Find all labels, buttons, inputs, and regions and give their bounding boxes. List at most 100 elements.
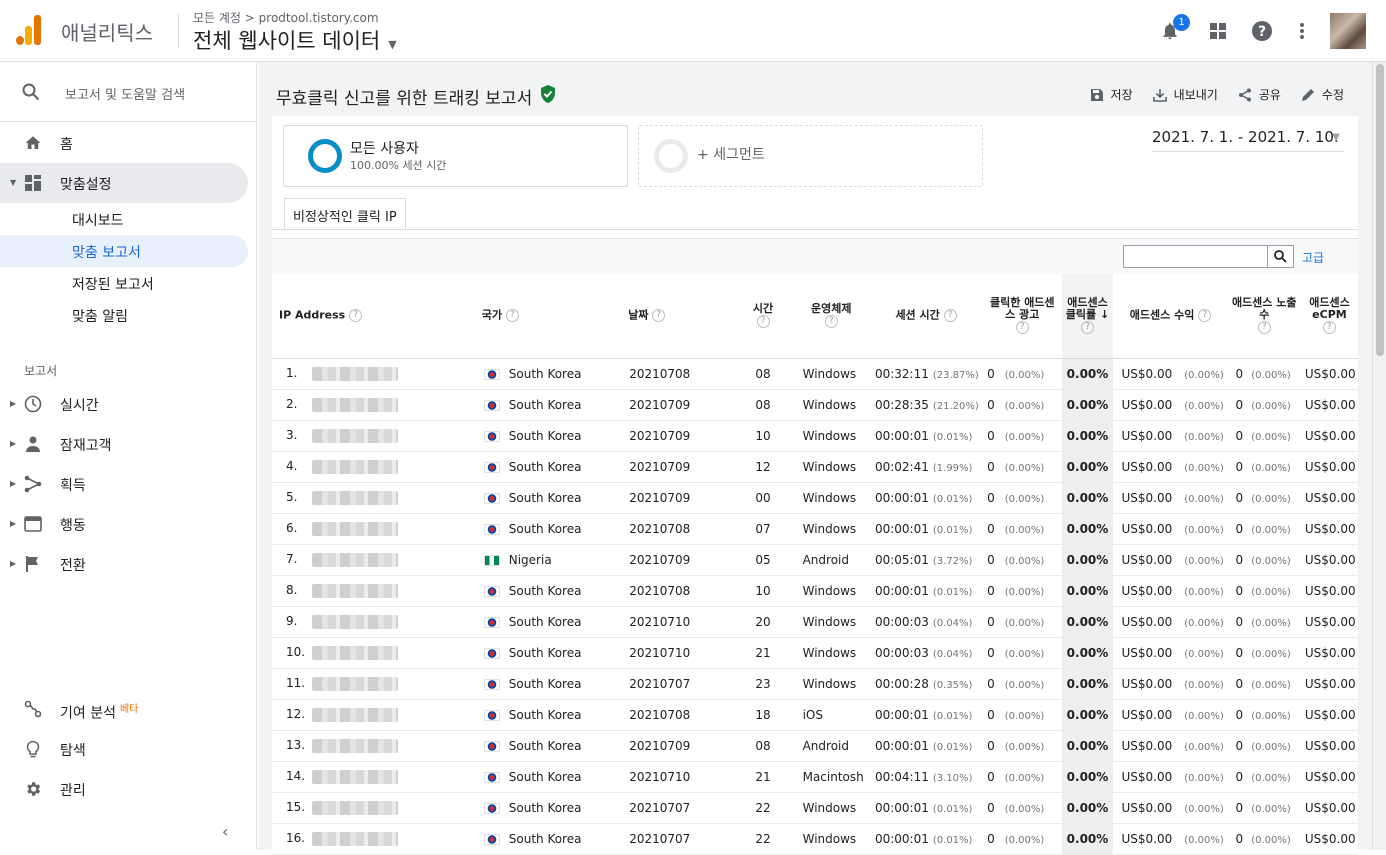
cell-country[interactable]: South Korea [475, 823, 611, 855]
table-row[interactable]: 8. South Korea 20210708 10 Windows 00:00:01 (0… [272, 575, 1358, 607]
col-os[interactable]: 운영체제? [793, 274, 869, 359]
help-icon[interactable]: ? [1198, 309, 1212, 323]
help-icon[interactable]: ? [1015, 321, 1029, 335]
export-button[interactable]: 내보내기 [1152, 86, 1218, 103]
segment-all-users[interactable]: 모든 사용자 100.00% 세션 시간 [283, 125, 628, 187]
help-icon[interactable]: ? [1322, 321, 1336, 335]
table-row[interactable]: 1. South Korea 20210708 08 Windows 00:32:11 (2… [272, 358, 1358, 390]
sidebar-item-attribution[interactable]: 기여 분석 베타 [0, 689, 248, 729]
cell-ip[interactable]: 8. [272, 575, 476, 607]
cell-country[interactable]: Nigeria [475, 544, 611, 576]
table-row[interactable]: 11. South Korea 20210707 23 Windows 00:00:28(… [272, 668, 1358, 700]
table-search-input[interactable] [1123, 245, 1268, 268]
apps-grid-icon[interactable] [1206, 19, 1230, 43]
cell-ip[interactable]: 2. [272, 389, 476, 421]
cell-country[interactable]: South Korea [475, 730, 611, 762]
cell-ip[interactable]: 6. [272, 513, 476, 545]
cell-ip[interactable]: 13. [272, 730, 476, 762]
cell-country[interactable]: South Korea [475, 792, 611, 824]
table-row[interactable]: 13. South Korea 20210709 08 Android 00:00:01(… [272, 730, 1358, 762]
cell-ip[interactable]: 12. [272, 699, 476, 731]
cell-ip[interactable]: 5. [272, 482, 476, 514]
save-button[interactable]: 저장 [1090, 86, 1133, 103]
cell-country[interactable]: South Korea [475, 699, 611, 731]
cell-ip[interactable]: 9. [272, 606, 476, 638]
table-row[interactable]: 6. South Korea 20210708 07 Windows 00:00:01 (0… [272, 513, 1358, 545]
add-segment-button[interactable]: + 세그먼트 [638, 125, 983, 187]
help-icon[interactable]: ? [943, 309, 957, 323]
table-row[interactable]: 2. South Korea 20210709 08 Windows 00:28:35 (2… [272, 389, 1358, 421]
table-row[interactable]: 16. South Korea 20210707 22 Windows 00:00:01(… [272, 823, 1358, 855]
help-icon[interactable]: ? [1080, 321, 1094, 335]
scrollbar-thumb[interactable] [1376, 64, 1384, 356]
cell-country[interactable]: South Korea [475, 513, 611, 545]
col-session-time[interactable]: 세션 시간 ? [868, 274, 984, 359]
cell-ip[interactable]: 14. [272, 761, 476, 793]
tab-unusual-click-ip[interactable]: 비정상적인 클릭 IP [284, 198, 406, 229]
table-row[interactable]: 12. South Korea 20210708 18 iOS 00:00:01 (0.01… [272, 699, 1358, 731]
help-icon[interactable]: ? [756, 315, 770, 329]
col-adsense-impressions[interactable]: 애드센스 노출수? [1227, 274, 1301, 359]
sidebar-sub-custom-reports[interactable]: 맞춤 보고서 [0, 235, 248, 267]
col-adsense-revenue[interactable]: 애드센스 수익 ? [1113, 274, 1228, 359]
help-icon[interactable]: ? [349, 309, 363, 323]
sidebar-sub-custom-alerts[interactable]: 맞춤 알림 [0, 299, 248, 331]
cell-country[interactable]: South Korea [475, 761, 611, 793]
table-row[interactable]: 14. South Korea 20210710 21 Macintosh 00:04:1… [272, 761, 1358, 793]
sidebar-item-explore[interactable]: 탐색 [0, 729, 248, 769]
sidebar-search[interactable]: 보고서 및 도움말 검색 [0, 62, 257, 122]
table-row[interactable]: 3. South Korea 20210709 10 Windows 00:00:01 (0… [272, 420, 1358, 452]
sidebar-item-admin[interactable]: 관리 [0, 769, 248, 809]
collapse-sidebar-icon[interactable]: ‹ [222, 822, 228, 841]
table-row[interactable]: 4. South Korea 20210709 12 Windows 00:02:41 (1… [272, 451, 1358, 483]
col-adsense-clicks[interactable]: 클릭한 애드센스 광고? [983, 274, 1062, 359]
sidebar-item-audience[interactable]: ▶ 잠재고객 [0, 424, 248, 464]
date-range-picker[interactable]: 2021. 7. 1. - 2021. 7. 10. ▼ [1152, 128, 1344, 152]
sidebar-item-conversions[interactable]: ▶ 전환 [0, 544, 248, 584]
analytics-logo-icon[interactable] [16, 15, 42, 45]
col-hour[interactable]: 시간? [732, 274, 794, 359]
cell-country[interactable]: South Korea [475, 420, 611, 452]
cell-ip[interactable]: 10. [272, 637, 476, 669]
more-vert-icon[interactable] [1290, 19, 1314, 43]
sidebar-item-behavior[interactable]: ▶ 행동 [0, 504, 248, 544]
table-row[interactable]: 9. South Korea 20210710 20 Windows 00:00:03 (0… [272, 606, 1358, 638]
col-date[interactable]: 날짜 ? [610, 274, 733, 359]
sidebar-item-home[interactable]: 홈 [0, 123, 248, 163]
cell-country[interactable]: South Korea [475, 389, 611, 421]
cell-ip[interactable]: 11. [272, 668, 476, 700]
cell-ip[interactable]: 3. [272, 420, 476, 452]
table-search-button[interactable] [1268, 245, 1294, 268]
cell-country[interactable]: South Korea [475, 668, 611, 700]
help-icon[interactable]: ? [652, 309, 666, 323]
help-icon[interactable]: ? [1250, 19, 1274, 43]
cell-country[interactable]: South Korea [475, 482, 611, 514]
cell-ip[interactable]: 4. [272, 451, 476, 483]
cell-ip[interactable]: 16. [272, 823, 476, 855]
help-icon[interactable]: ? [505, 309, 519, 323]
cell-ip[interactable]: 1. [272, 358, 476, 390]
sidebar-sub-saved-reports[interactable]: 저장된 보고서 [0, 267, 248, 299]
sidebar-item-realtime[interactable]: ▶ 실시간 [0, 384, 248, 424]
share-button[interactable]: 공유 [1238, 86, 1281, 103]
cell-country[interactable]: South Korea [475, 637, 611, 669]
edit-button[interactable]: 수정 [1301, 86, 1344, 103]
cell-country[interactable]: South Korea [475, 606, 611, 638]
sidebar-sub-dashboard[interactable]: 대시보드 [0, 203, 248, 235]
app-name[interactable]: 애널리틱스 [61, 17, 153, 46]
col-country[interactable]: 국가 ? [475, 274, 611, 359]
sidebar-item-customization[interactable]: ▼ 맞춤설정 [0, 163, 248, 203]
property-selector[interactable]: 전체 웹사이트 데이터 ▼ [193, 25, 397, 55]
help-icon[interactable]: ? [1257, 321, 1271, 335]
sidebar-item-acquisition[interactable]: ▶ 획득 [0, 464, 248, 504]
table-row[interactable]: 5. South Korea 20210709 00 Windows 00:00:01 (0… [272, 482, 1358, 514]
cell-country[interactable]: South Korea [475, 451, 611, 483]
cell-ip[interactable]: 15. [272, 792, 476, 824]
cell-country[interactable]: South Korea [475, 575, 611, 607]
breadcrumb[interactable]: 모든 계정 > prodtool.tistory.com [193, 9, 379, 26]
col-ip-address[interactable]: IP Address ? [272, 274, 476, 359]
cell-country[interactable]: South Korea [475, 358, 611, 390]
table-row[interactable]: 7. Nigeria 20210709 05 Android 00:05:01 (3.72%… [272, 544, 1358, 576]
page-scrollbar[interactable] [1372, 62, 1386, 850]
advanced-link[interactable]: 고급 [1302, 249, 1324, 266]
